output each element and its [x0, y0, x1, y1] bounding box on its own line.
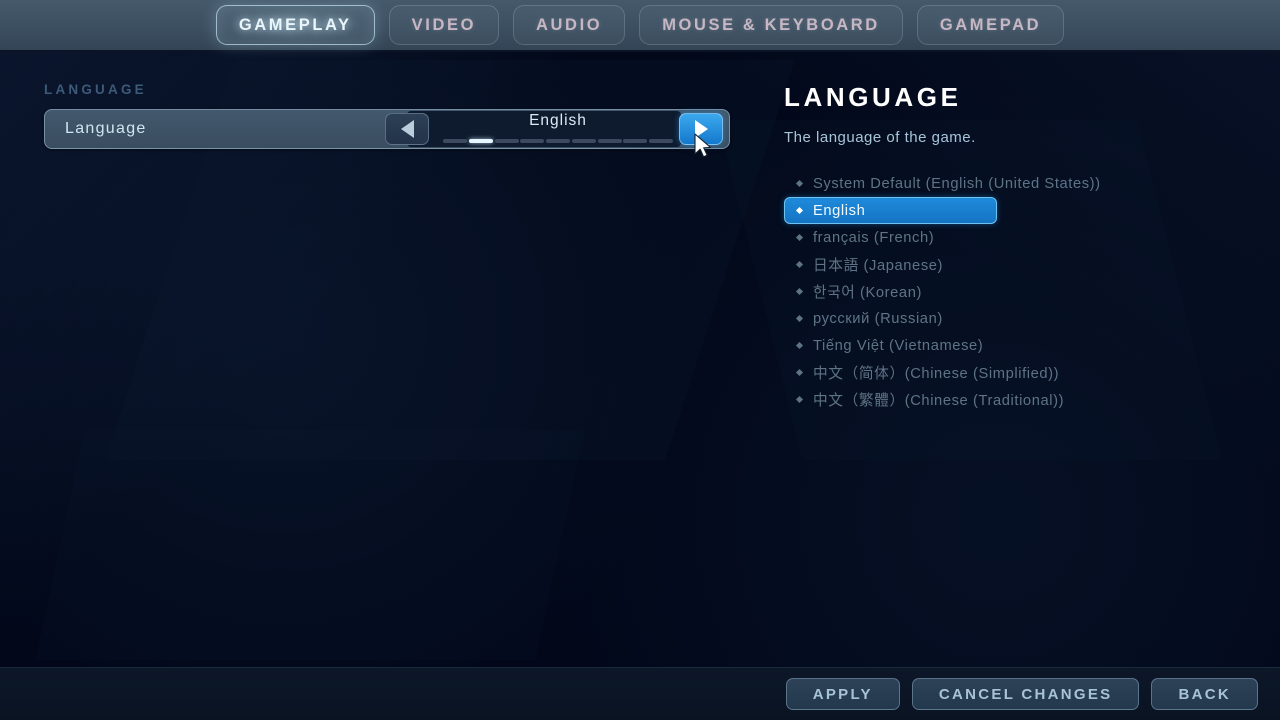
button-label: BACK: [1178, 685, 1231, 703]
language-option[interactable]: 日本語 (Japanese): [784, 251, 1244, 278]
tab-mouse-keyboard[interactable]: MOUSE & KEYBOARD: [639, 5, 903, 45]
spinner-tick: [546, 139, 570, 143]
footer-action-bar: APPLY CANCEL CHANGES BACK: [0, 667, 1280, 720]
settings-list-column: LANGUAGE Language English: [44, 82, 734, 149]
tab-video[interactable]: VIDEO: [388, 5, 500, 45]
tab-label: VIDEO: [411, 15, 477, 34]
language-option-list: System Default (English (United States))…: [784, 170, 1244, 413]
language-option-label: English: [813, 202, 866, 219]
language-option-label: 日本語 (Japanese): [813, 258, 944, 274]
spinner-tick: [520, 139, 545, 143]
spinner-value: English: [529, 112, 587, 129]
section-header-language: LANGUAGE: [44, 82, 147, 97]
diamond-bullet-icon: [795, 179, 804, 188]
language-option-label: français (French): [813, 229, 935, 246]
panel-description: The language of the game.: [784, 129, 976, 146]
language-option-label: 中文（繁體）(Chinese (Traditional)): [813, 393, 1065, 409]
diamond-bullet-icon: [795, 314, 804, 323]
diamond-bullet-icon: [795, 260, 804, 269]
diamond-bullet-icon: [795, 206, 804, 215]
spinner-ticks: [443, 139, 673, 143]
button-label: APPLY: [812, 685, 873, 703]
spinner-tick-active: [468, 139, 493, 143]
language-option[interactable]: 中文（简体）(Chinese (Simplified)): [784, 359, 1244, 386]
language-option-label: System Default (English (United States)): [813, 175, 1101, 192]
spinner-tick: [571, 139, 596, 143]
previous-value-button[interactable]: [385, 113, 429, 145]
tab-gamepad[interactable]: GAMEPAD: [916, 5, 1065, 45]
language-option[interactable]: Tiếng Việt (Vietnamese): [784, 332, 1244, 359]
spinner-tick: [623, 139, 648, 143]
language-option-selected[interactable]: English: [784, 197, 997, 224]
next-value-button[interactable]: [679, 113, 723, 145]
settings-tab-bar: GAMEPLAY VIDEO AUDIO MOUSE & KEYBOARD GA…: [0, 0, 1280, 52]
detail-panel: LANGUAGE The language of the game. Syste…: [784, 82, 1244, 413]
setting-row-language[interactable]: Language English: [44, 109, 730, 149]
setting-label: Language: [65, 120, 147, 137]
spinner-tick: [649, 139, 673, 143]
triangle-left-icon: [400, 120, 414, 138]
language-option-label: Tiếng Việt (Vietnamese): [813, 337, 984, 354]
language-option[interactable]: 中文（繁體）(Chinese (Traditional)): [784, 386, 1244, 413]
background-decoration: [35, 430, 585, 660]
language-option-label: 中文（简体）(Chinese (Simplified)): [813, 366, 1060, 382]
language-option[interactable]: 한국어 (Korean): [784, 278, 1244, 305]
tab-label: GAMEPLAY: [238, 15, 352, 34]
settings-screen: GAMEPLAY VIDEO AUDIO MOUSE & KEYBOARD GA…: [0, 0, 1280, 720]
diamond-bullet-icon: [795, 233, 804, 242]
diamond-bullet-icon: [795, 395, 804, 404]
language-option[interactable]: System Default (English (United States)): [784, 170, 1244, 197]
language-option-label: 한국어 (Korean): [813, 285, 922, 301]
language-option-label: русский (Russian): [813, 310, 943, 327]
panel-title: LANGUAGE: [784, 82, 962, 112]
tab-label: AUDIO: [536, 15, 603, 34]
language-option[interactable]: русский (Russian): [784, 305, 1244, 332]
triangle-right-icon: [694, 120, 708, 138]
tab-gameplay[interactable]: GAMEPLAY: [215, 5, 375, 45]
spinner-tick: [494, 139, 519, 143]
language-spinner: English: [385, 111, 727, 147]
back-button[interactable]: BACK: [1151, 678, 1258, 710]
apply-button[interactable]: APPLY: [785, 678, 900, 710]
tab-label: GAMEPAD: [939, 15, 1042, 34]
spinner-tick: [597, 139, 622, 143]
tab-label: MOUSE & KEYBOARD: [662, 15, 880, 34]
diamond-bullet-icon: [795, 287, 804, 296]
cancel-changes-button[interactable]: CANCEL CHANGES: [911, 678, 1140, 710]
button-label: CANCEL CHANGES: [938, 685, 1113, 703]
diamond-bullet-icon: [795, 341, 804, 350]
diamond-bullet-icon: [795, 368, 804, 377]
language-option[interactable]: français (French): [784, 224, 1244, 251]
spinner-tick: [443, 139, 467, 143]
tab-audio[interactable]: AUDIO: [513, 5, 626, 45]
